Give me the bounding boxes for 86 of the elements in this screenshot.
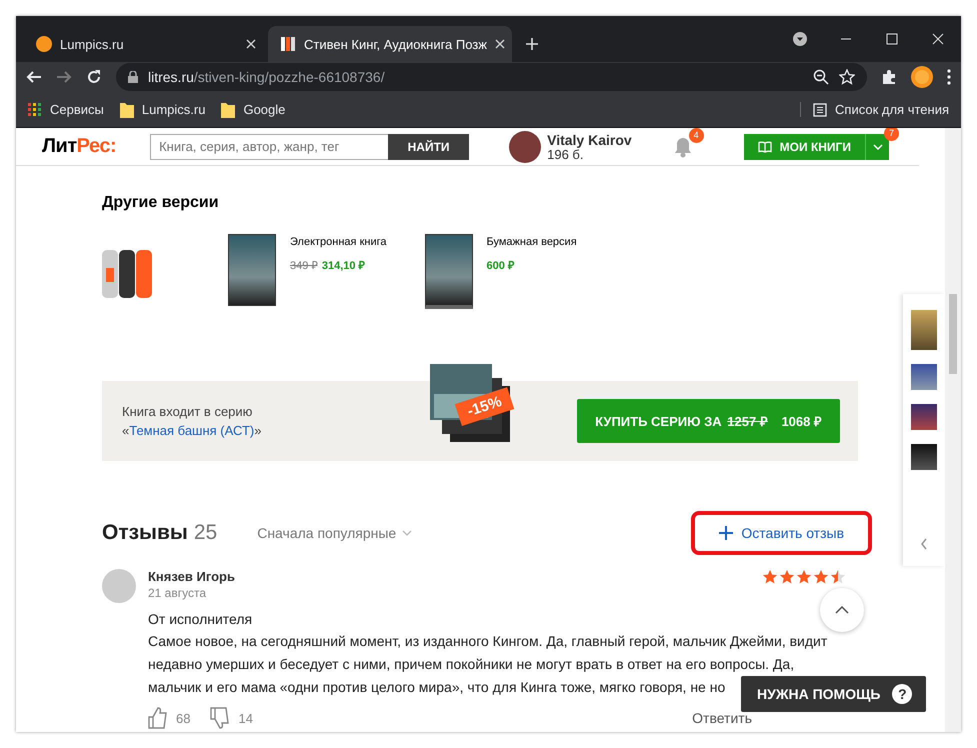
lock-icon [128,71,138,83]
user-avatar[interactable] [509,130,542,162]
reading-list-link[interactable]: Список для чтения [835,102,949,117]
reviews-count: 25 [194,521,218,545]
chevron-down-icon [872,144,882,150]
sort-dropdown[interactable]: Сначала популярные [251,524,418,542]
browser-tab[interactable]: Lumpics.ru [24,26,268,62]
profile-avatar-icon[interactable] [911,66,933,88]
chevron-down-icon [402,530,412,536]
user-points: 196 б. [547,148,584,161]
section-title: Другие версии [102,194,220,212]
review-date: 21 августа [148,586,208,600]
dropdown-button[interactable] [865,134,889,160]
folder-icon [221,102,236,118]
review-text-line: недавно умерших и беседует с ними, причем покойники не могут врать в ответ на его вопросы. Да, [148,656,794,672]
search-button[interactable]: НАЙТИ [388,134,470,160]
likes-count: 68 [176,710,190,726]
bookmark-link[interactable]: Сервисы [50,102,104,117]
search-field[interactable]: Книга, серия, автор, жанр, тег [150,134,388,160]
buy-series-button[interactable]: КУПИТЬ СЕРИЮ ЗА 1257 ₽ 1068 ₽ [577,399,840,443]
star-icon [779,569,795,585]
book-cover[interactable] [424,234,472,309]
browser-tab[interactable]: Стивен Кинг, Аудиокнига Позж [268,26,512,62]
series-text: Книга входит в серию «Темная башня (АСТ)» [122,403,262,440]
help-icon: ? [892,684,912,704]
price: 600 ₽ [486,260,514,272]
count-badge: 7 [884,128,899,140]
series-link[interactable]: Темная башня (АСТ) [129,423,254,438]
book-thumbnail[interactable] [911,404,937,430]
version-label[interactable]: Бумажная версия [486,236,577,248]
review-text-line: мальчик и его мама «одни против целого мира», что для Кинга тоже, мягко говоря, не но [148,679,726,695]
star-icon [796,569,812,585]
tab-search-icon[interactable] [792,31,808,47]
book-thumbnail[interactable] [911,364,937,390]
thumbs-up-icon[interactable] [148,707,168,729]
review-heading: От исполнителя [148,610,252,629]
close-icon[interactable] [494,39,505,49]
scrollbar-thumb[interactable] [949,294,957,374]
forward-arrow-icon[interactable] [56,69,72,85]
back-arrow-icon[interactable] [26,69,42,85]
reviews-title: Отзывы [102,521,188,545]
book-thumbnail[interactable] [911,444,937,470]
address-bar[interactable]: litres.ru/stiven-king/pozzhe-66108736/ [116,63,867,91]
bookmark-link[interactable]: Lumpics.ru [142,102,206,117]
star-icon [830,569,846,585]
more-vertical-icon[interactable] [947,69,951,85]
zoom-out-icon[interactable] [813,69,829,85]
help-button[interactable]: НУЖНА ПОМОЩЬ ? [741,676,926,712]
version-label[interactable]: Электронная книга [290,236,386,248]
site-favicon-icon [36,36,52,52]
tab-title: Стивен Кинг, Аудиокнига Позж [304,36,487,52]
book-thumbnail[interactable] [911,310,937,350]
book-cover[interactable] [228,234,276,306]
books-favicon-icon [280,36,296,52]
scrollbar[interactable] [945,128,961,732]
url-text: litres.ru/stiven-king/pozzhe-66108736/ [148,69,385,85]
plus-icon [719,526,734,540]
new-tab-icon[interactable] [524,36,540,52]
maximize-icon[interactable] [886,33,898,45]
close-icon[interactable] [246,39,256,49]
my-books-button[interactable]: МОИ КНИГИ [744,134,865,160]
star-icon [813,569,829,585]
user-name[interactable]: Vitaly Kairov [547,132,632,148]
notification-badge: 4 [688,128,704,142]
reply-link[interactable]: Ответить [686,709,758,727]
star-icon [762,569,778,585]
apps-grid-icon [28,102,42,116]
bookmark-link[interactable]: Google [243,102,286,117]
add-review-button[interactable]: Оставить отзыв [699,519,864,547]
puzzle-icon[interactable] [881,69,897,85]
site-logo[interactable]: ЛитРес: [42,135,116,158]
open-book-icon [758,140,772,152]
star-outline-icon[interactable] [839,69,855,85]
tab-title: Lumpics.ru [60,36,124,52]
reading-list-icon [813,102,828,116]
price: 314,10 ₽ [322,260,365,272]
old-price: 349 ₽ [290,260,318,272]
thumbs-down-icon[interactable] [210,707,230,729]
chevron-left-icon[interactable] [920,538,928,550]
review-text-line: Самое новое, на сегодняшний момент, из изданного Кингом. Да, главный герой, мальчик Джейми, видит [148,633,828,649]
folder-icon [120,102,134,118]
dislikes-count: 14 [238,710,253,726]
reload-icon[interactable] [86,69,102,85]
close-icon[interactable] [932,33,944,45]
review-author[interactable]: Князев Игорь [148,569,858,584]
chevron-up-icon [835,606,849,614]
